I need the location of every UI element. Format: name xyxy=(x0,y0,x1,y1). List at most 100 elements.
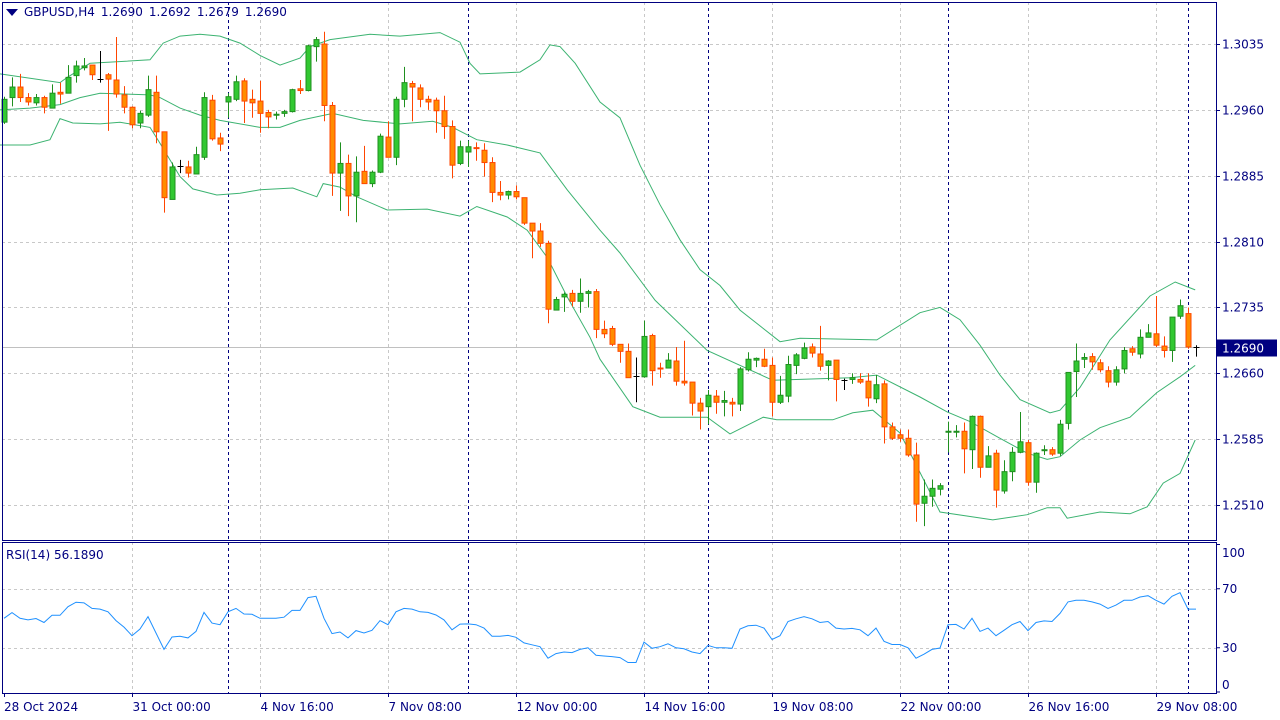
candle-body xyxy=(129,106,136,126)
candle-body xyxy=(441,110,448,128)
candle-body xyxy=(673,360,680,382)
time-tick-label: 4 Nov 16:00 xyxy=(261,700,334,714)
candle-body xyxy=(25,97,32,103)
candle-body xyxy=(873,384,880,400)
candle-body xyxy=(377,135,384,173)
candle-body xyxy=(521,197,528,224)
candle-body xyxy=(297,88,304,92)
candle-body xyxy=(57,91,64,95)
time-tick-label: 7 Nov 08:00 xyxy=(389,700,462,714)
candle xyxy=(393,96,400,166)
candle-body xyxy=(433,99,440,112)
price-tick-label: 1.3035 xyxy=(1222,38,1264,52)
candle-body xyxy=(1105,370,1112,383)
candle-body xyxy=(913,454,920,505)
candle-body xyxy=(1081,356,1088,360)
candle-body xyxy=(81,65,88,69)
candle-body xyxy=(481,149,488,164)
candle-body xyxy=(857,378,864,383)
candle-body xyxy=(505,191,512,196)
candle-body xyxy=(465,146,472,153)
dropdown-triangle-icon[interactable] xyxy=(6,8,18,16)
candle-body xyxy=(1065,371,1072,424)
price-chart[interactable]: 1.3035 1.2960 1.2885 1.2810 1.2735 1.2660 1.25… xyxy=(0,0,1280,720)
rsi-line xyxy=(3,592,1196,663)
candle-body xyxy=(233,81,240,100)
time-tick-label: 14 Nov 16:00 xyxy=(645,700,726,714)
price-tick-label: 1.2810 xyxy=(1222,236,1264,250)
candle-body xyxy=(305,45,312,92)
candle-body xyxy=(153,91,160,133)
candle-body xyxy=(1161,345,1168,351)
candle-body xyxy=(1185,313,1192,348)
candle-body xyxy=(289,89,296,113)
candle-body xyxy=(1017,441,1024,453)
candle-body xyxy=(585,291,592,294)
candle-body xyxy=(937,485,944,490)
candle-body xyxy=(1137,336,1144,355)
price-tick-label: 1.2960 xyxy=(1222,104,1264,118)
candle-body xyxy=(625,350,632,379)
candle-body xyxy=(641,335,648,378)
candle-body xyxy=(745,358,752,371)
candle xyxy=(521,197,528,225)
candle-body xyxy=(761,358,768,367)
candle xyxy=(201,92,208,160)
candle-body xyxy=(697,402,704,412)
candle-body xyxy=(649,335,656,372)
candle-body xyxy=(249,98,256,104)
candle-body xyxy=(473,147,480,150)
candle xyxy=(169,162,176,200)
rsi-tick-label: 100 xyxy=(1222,546,1245,560)
candle-body xyxy=(217,137,224,145)
candle-body xyxy=(977,415,984,468)
candle xyxy=(1057,419,1064,456)
candle-body xyxy=(241,80,248,102)
candle-body xyxy=(1001,471,1008,492)
candle-body xyxy=(73,65,80,77)
candle-body xyxy=(961,430,968,450)
candle-body xyxy=(281,111,288,114)
candle-body xyxy=(713,395,720,403)
price-tick-label: 1.2585 xyxy=(1222,433,1264,447)
candle-body xyxy=(225,96,232,103)
candle-body xyxy=(889,426,896,439)
candle-body xyxy=(17,86,24,99)
rsi-name: RSI(14) xyxy=(6,548,51,562)
candle-body xyxy=(1121,349,1128,370)
candle-body xyxy=(769,364,776,403)
candle-body xyxy=(785,364,792,397)
candle-body xyxy=(705,394,712,408)
candle-body xyxy=(945,430,952,433)
candle-body xyxy=(105,74,112,80)
candle-body xyxy=(145,89,152,116)
candle-body xyxy=(201,97,208,158)
candle-body xyxy=(545,242,552,310)
time-tick-label: 12 Nov 00:00 xyxy=(517,700,598,714)
price-tick-label: 1.2510 xyxy=(1222,499,1264,513)
candle-body xyxy=(553,299,560,311)
candle-body xyxy=(1041,449,1048,452)
candle-body xyxy=(865,380,872,399)
candle-body xyxy=(793,354,800,366)
candle-body xyxy=(1049,449,1056,455)
candle xyxy=(377,133,384,174)
candle-body xyxy=(1009,451,1016,473)
candle-body xyxy=(801,347,808,359)
price-tick-label: 1.2735 xyxy=(1222,301,1264,315)
candle-body xyxy=(609,328,616,345)
time-tick-label: 28 Oct 2024 xyxy=(4,700,78,714)
candle-body xyxy=(169,166,176,200)
candle-body xyxy=(753,357,760,361)
candle xyxy=(1185,307,1192,349)
candle-body xyxy=(273,113,280,116)
rsi-value: 56.1890 xyxy=(53,548,104,562)
candle-body xyxy=(905,437,912,456)
candle xyxy=(1025,440,1032,486)
candle-body xyxy=(993,452,1000,491)
time-tick-label: 29 Nov 08:00 xyxy=(1157,700,1238,714)
candle-body xyxy=(777,394,784,403)
price-tick-label: 1.2885 xyxy=(1222,170,1264,184)
candle xyxy=(289,88,296,113)
ohlc-close: 1.2690 xyxy=(244,5,287,19)
